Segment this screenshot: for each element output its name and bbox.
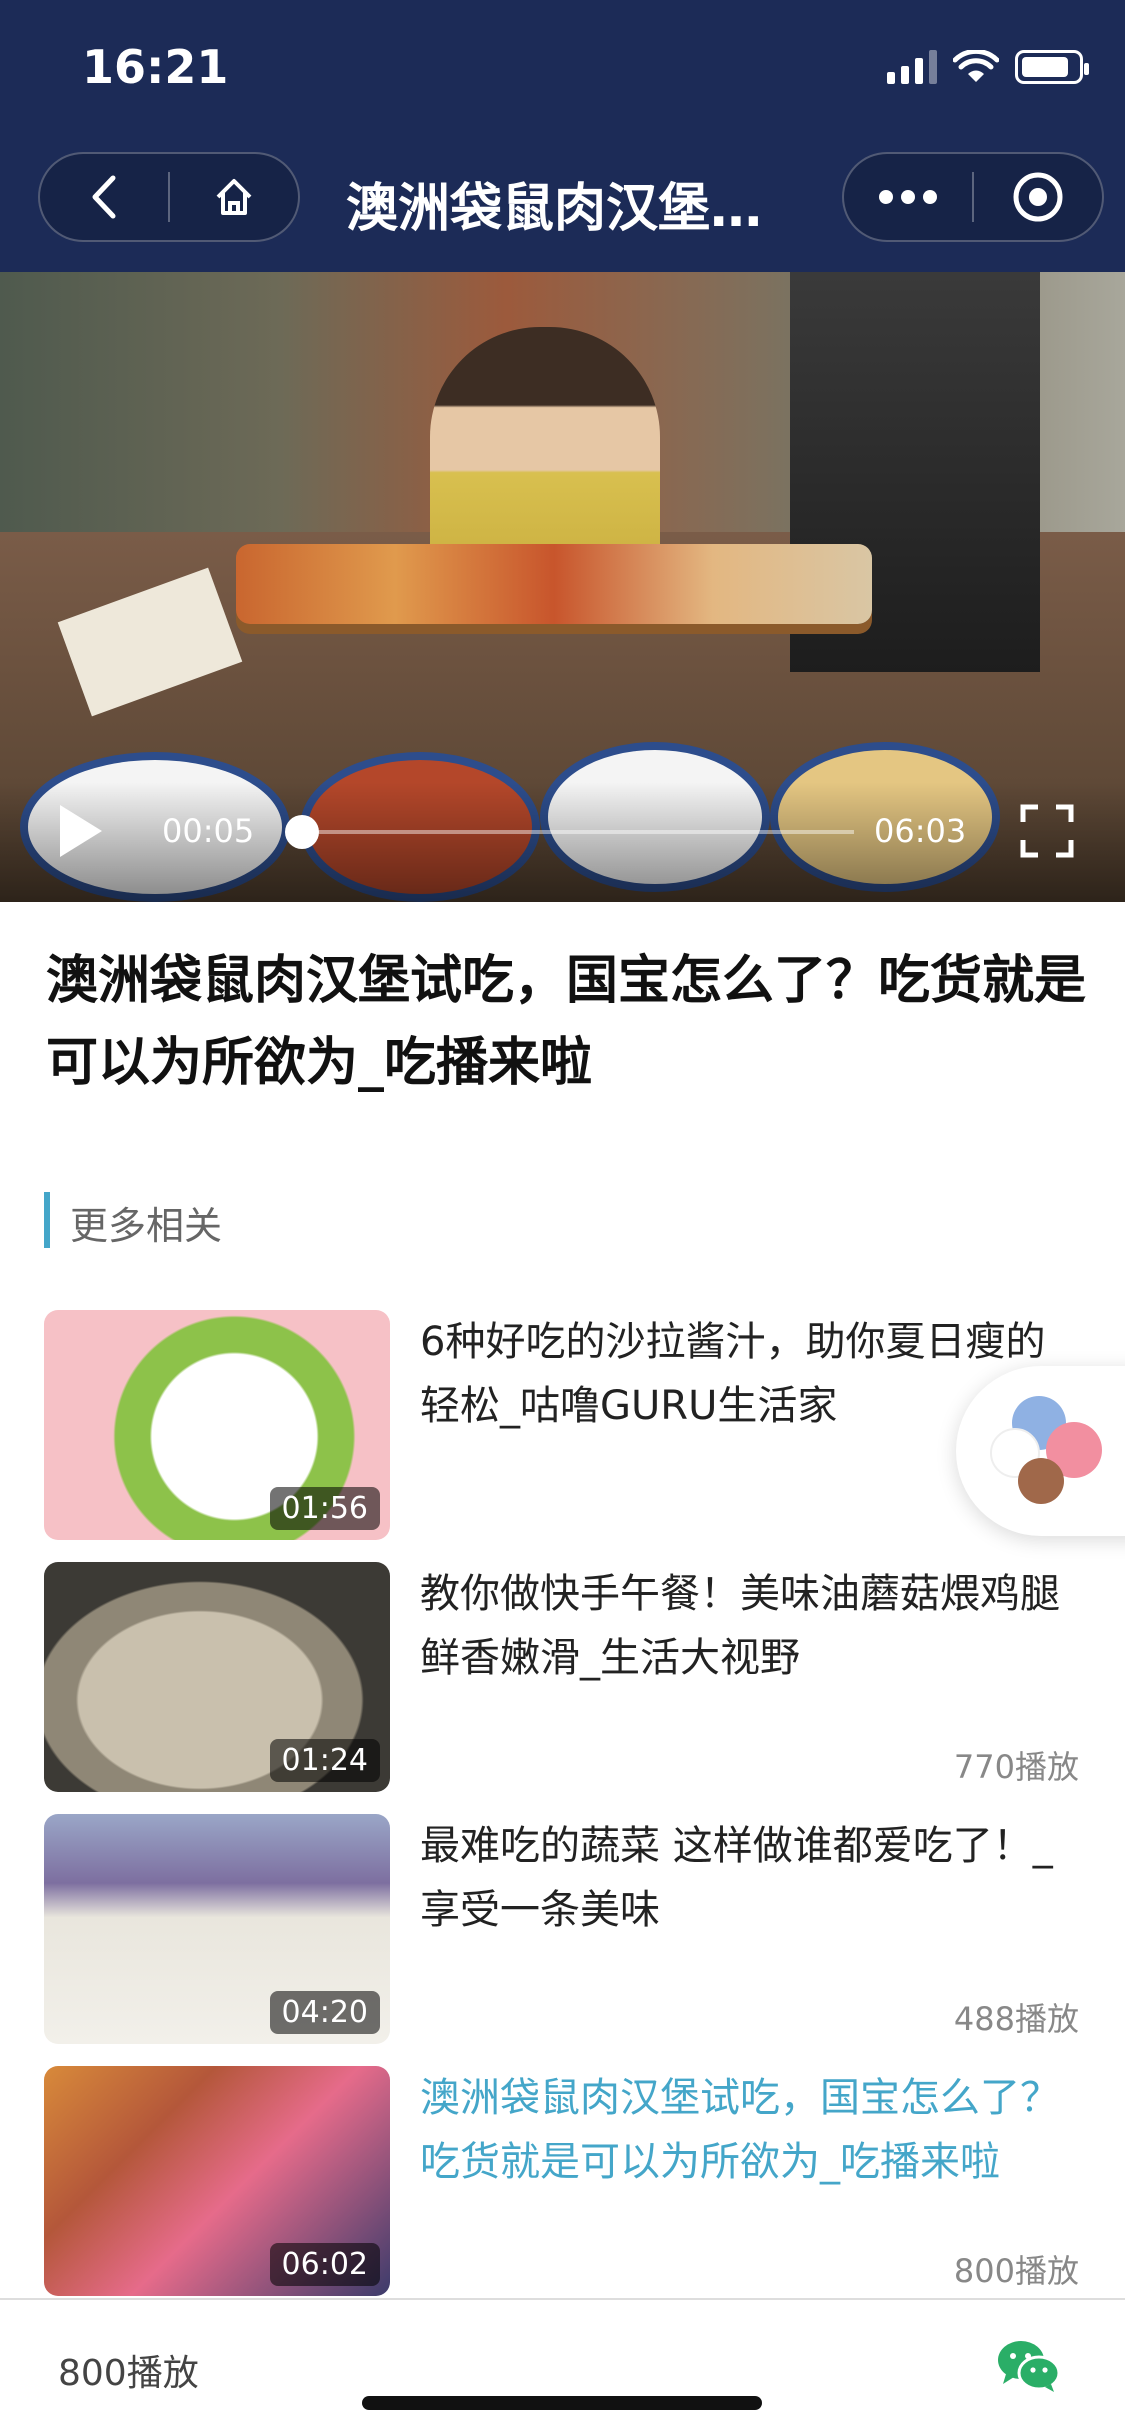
video-player[interactable]: 00:05 06:03 <box>0 272 1125 902</box>
thumbnail-duration: 04:20 <box>269 1991 380 2034</box>
record-circle-icon <box>1013 172 1063 222</box>
close-capsule-button[interactable] <box>974 154 1102 240</box>
wifi-icon <box>953 50 999 82</box>
section-heading: 更多相关 <box>70 1204 223 1248</box>
cellular-signal-icon <box>887 50 937 84</box>
video-current-time: 00:05 <box>162 812 255 850</box>
home-indicator <box>362 2396 762 2410</box>
bottom-bar: 800播放 <box>0 2298 1125 2436</box>
video-thumbnail: 04:20 <box>44 1814 390 2044</box>
status-icons <box>887 50 1089 84</box>
more-button[interactable] <box>844 154 972 240</box>
list-item-current[interactable]: 06:02 澳洲袋鼠肉汉堡试吃，国宝怎么了？吃货就是可以为所欲为_吃播来啦 80… <box>0 2066 1125 2296</box>
video-progress-track[interactable] <box>294 830 854 834</box>
video-thumbnail: 06:02 <box>44 2066 390 2296</box>
list-item[interactable]: 04:20 最难吃的蔬菜 这样做谁都爱吃了！_享受一条美味 488播放 <box>0 1814 1125 2044</box>
nav-bar: 澳洲袋鼠肉汉堡试吃，国宝怎么了？吃货就是可以为所欲为_吃播来啦 <box>0 136 1125 272</box>
thumbnail-duration: 01:24 <box>269 1739 380 1782</box>
home-icon <box>216 179 252 215</box>
play-icon[interactable] <box>56 802 106 860</box>
nav-pill-right <box>842 152 1104 242</box>
floating-avatar <box>1018 1458 1064 1504</box>
thumbnail-duration: 06:02 <box>269 2243 380 2286</box>
wechat-share-icon[interactable] <box>996 2338 1062 2394</box>
list-item[interactable]: 01:24 教你做快手午餐！美味油蘑菇煨鸡腿鲜香嫩滑_生活大视野 770播放 <box>0 1562 1125 1792</box>
list-item-plays: 800播放 <box>953 2252 1079 2290</box>
floating-window-button[interactable] <box>956 1366 1125 1536</box>
list-item-plays: 770播放 <box>953 1748 1079 1786</box>
status-time: 16:21 <box>82 40 229 94</box>
video-thumbnail: 01:56 <box>44 1310 390 1540</box>
status-bar: 16:21 <box>0 0 1125 136</box>
nav-pill-left <box>38 152 300 242</box>
video-duration: 06:03 <box>874 812 967 850</box>
list-item-title: 澳洲袋鼠肉汉堡试吃，国宝怎么了？吃货就是可以为所欲为_吃播来啦 <box>420 2075 1060 2185</box>
home-button[interactable] <box>170 154 298 240</box>
video-progress-knob[interactable] <box>284 815 319 849</box>
list-item-plays: 488播放 <box>953 2000 1079 2038</box>
thumbnail-duration: 01:56 <box>269 1487 380 1530</box>
video-frame-pizza <box>236 544 872 624</box>
play-count: 800播放 <box>58 2353 199 2394</box>
list-item[interactable]: 01:56 6种好吃的沙拉酱汁，助你夏日瘦的轻松_咕噜GURU生活家 52 <box>0 1310 1125 1540</box>
video-title: 澳洲袋鼠肉汉堡试吃，国宝怎么了？吃货就是可以为所欲为_吃播来啦 <box>46 951 1087 1093</box>
video-thumbnail: 01:24 <box>44 1562 390 1792</box>
battery-icon <box>1015 50 1089 84</box>
chevron-left-icon <box>92 175 116 219</box>
list-item-title: 教你做快手午餐！美味油蘑菇煨鸡腿鲜香嫩滑_生活大视野 <box>420 1571 1060 1681</box>
screen: 16:21 澳洲袋鼠肉汉堡试 00:05 06:03 澳洲袋鼠肉汉堡试吃，国宝怎… <box>0 0 1125 2436</box>
fullscreen-icon[interactable] <box>1020 804 1074 858</box>
list-item-title: 最难吃的蔬菜 这样做谁都爱吃了！_享受一条美味 <box>420 1823 1053 1933</box>
back-button[interactable] <box>40 154 168 240</box>
nav-title: 澳洲袋鼠肉汉堡试吃，国宝怎么了？吃货就是可以为所欲为_吃播来啦 <box>346 179 786 239</box>
section-accent-bar <box>44 1192 50 1248</box>
more-dots-icon <box>879 190 937 204</box>
